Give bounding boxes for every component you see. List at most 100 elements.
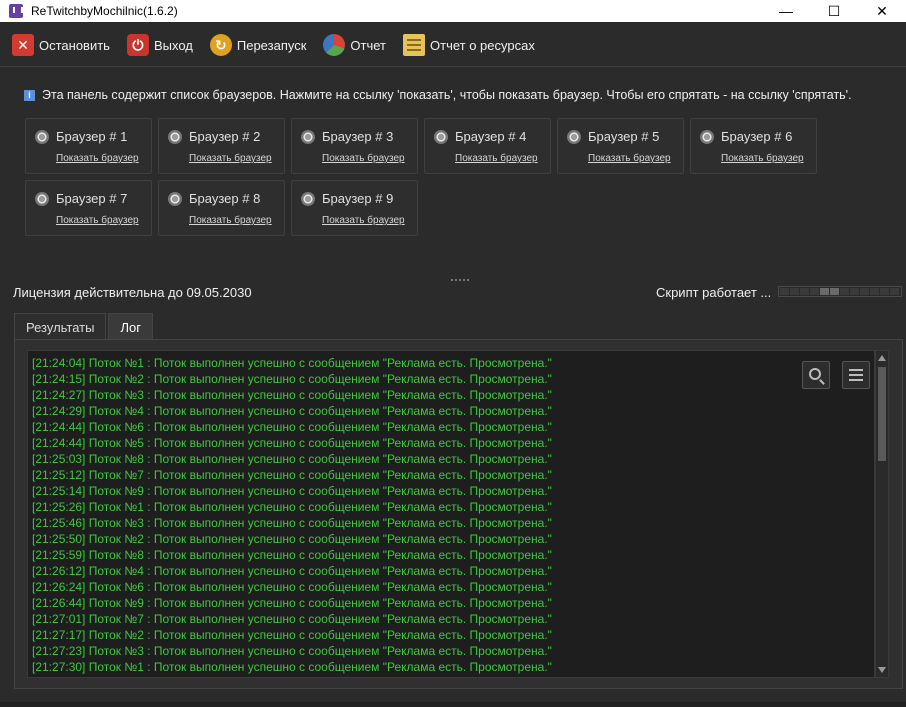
- maximize-button[interactable]: ☐: [810, 0, 858, 22]
- stop-label: Остановить: [39, 37, 110, 53]
- license-status: Лицензия действительна до 09.05.2030: [13, 285, 252, 300]
- activity-progress-bar: [778, 286, 902, 297]
- browser-name: Браузер # 4: [455, 129, 527, 144]
- log-line: [21:27:17] Поток №2 : Поток выполнен усп…: [32, 628, 552, 642]
- bottom-edge: [0, 702, 906, 707]
- tab-bar: Результаты Лог: [14, 313, 155, 340]
- toolbar-divider: [0, 66, 906, 67]
- browser-name: Браузер # 3: [322, 129, 394, 144]
- stop-button[interactable]: ✕ Остановить: [12, 34, 110, 56]
- scroll-down-arrow-icon[interactable]: [878, 667, 886, 673]
- resources-report-button[interactable]: Отчет о ресурсах: [403, 34, 535, 56]
- log-line: [21:25:26] Поток №1 : Поток выполнен усп…: [32, 500, 552, 514]
- minimize-button[interactable]: —: [762, 0, 810, 22]
- browser-card-6: Браузер # 6 Показать браузер: [690, 118, 817, 174]
- chrome-icon: [301, 191, 315, 206]
- chrome-icon: [35, 129, 49, 144]
- log-line: [21:24:44] Поток №6 : Поток выполнен усп…: [32, 420, 552, 434]
- chrome-icon: [700, 129, 714, 144]
- log-line: [21:24:44] Поток №5 : Поток выполнен усп…: [32, 436, 552, 450]
- log-line: [21:27:23] Поток №3 : Поток выполнен усп…: [32, 644, 552, 658]
- menu-button[interactable]: [842, 361, 870, 389]
- browser-name: Браузер # 9: [322, 191, 394, 206]
- show-browser-link[interactable]: Показать браузер: [56, 215, 139, 226]
- browser-card-4: Браузер # 4 Показать браузер: [424, 118, 551, 174]
- chrome-icon: [168, 129, 182, 144]
- resources-report-label: Отчет о ресурсах: [430, 37, 535, 53]
- chrome-icon: [168, 191, 182, 206]
- search-button[interactable]: [802, 361, 830, 389]
- exit-button[interactable]: ⏻ Выход: [126, 34, 193, 56]
- info-text: Эта панель содержит список браузеров. На…: [42, 88, 852, 102]
- log-line: [21:25:59] Поток №8 : Поток выполнен усп…: [32, 548, 552, 562]
- script-status: Скрипт работает ...: [656, 285, 772, 300]
- log-line: [21:25:50] Поток №2 : Поток выполнен усп…: [32, 532, 552, 546]
- browser-name: Браузер # 8: [189, 191, 261, 206]
- report-button[interactable]: Отчет: [323, 34, 386, 56]
- info-panel: i Эта панель содержит список браузеров. …: [24, 88, 852, 102]
- info-icon: i: [24, 89, 35, 101]
- log-line: [21:24:15] Поток №2 : Поток выполнен усп…: [32, 372, 552, 386]
- log-line: [21:26:24] Поток №6 : Поток выполнен усп…: [32, 580, 552, 594]
- browser-card-5: Браузер # 5 Показать браузер: [557, 118, 684, 174]
- browser-card-3: Браузер # 3 Показать браузер: [291, 118, 418, 174]
- log-line: [21:25:46] Поток №3 : Поток выполнен усп…: [32, 516, 552, 530]
- exit-label: Выход: [153, 37, 193, 53]
- close-x-icon: ✕: [12, 34, 34, 56]
- log-lines: [21:24:04] Поток №1 : Поток выполнен усп…: [32, 355, 552, 675]
- browser-card-7: Браузер # 7 Показать браузер: [25, 180, 152, 236]
- browser-name: Браузер # 7: [56, 191, 128, 206]
- browser-name: Браузер # 5: [588, 129, 660, 144]
- report-label: Отчет: [350, 37, 386, 53]
- scroll-up-arrow-icon[interactable]: [878, 355, 886, 361]
- scroll-thumb[interactable]: [878, 367, 886, 461]
- window-controls: — ☐ ✕: [762, 0, 906, 22]
- browser-card-2: Браузер # 2 Показать браузер: [158, 118, 285, 174]
- log-scrollbar[interactable]: [875, 350, 889, 678]
- power-icon: ⏻: [126, 34, 149, 56]
- pie-chart-icon: [323, 34, 346, 56]
- chrome-icon: [301, 129, 315, 144]
- log-line: [21:26:44] Поток №9 : Поток выполнен усп…: [32, 596, 552, 610]
- search-icon: [809, 368, 821, 380]
- show-browser-link[interactable]: Показать браузер: [455, 153, 538, 164]
- close-button[interactable]: ✕: [858, 0, 906, 22]
- restart-icon: ↻: [209, 34, 232, 56]
- show-browser-link[interactable]: Показать браузер: [588, 153, 671, 164]
- browser-name: Браузер # 1: [56, 129, 128, 144]
- show-browser-link[interactable]: Показать браузер: [322, 153, 405, 164]
- log-view[interactable]: [21:24:04] Поток №1 : Поток выполнен усп…: [27, 350, 875, 678]
- list-document-icon: [403, 34, 425, 56]
- twitch-app-icon: [9, 4, 23, 18]
- chrome-icon: [567, 129, 581, 144]
- chrome-icon: [434, 129, 448, 144]
- log-line: [21:25:14] Поток №9 : Поток выполнен усп…: [32, 484, 552, 498]
- browser-name: Браузер # 2: [189, 129, 261, 144]
- window-title: ReTwitchbyMochilnic(1.6.2): [31, 4, 178, 18]
- log-line: [21:25:12] Поток №7 : Поток выполнен усп…: [32, 468, 552, 482]
- show-browser-link[interactable]: Показать браузер: [189, 153, 272, 164]
- log-line: [21:26:12] Поток №4 : Поток выполнен усп…: [32, 564, 552, 578]
- log-line: [21:25:03] Поток №8 : Поток выполнен усп…: [32, 452, 552, 466]
- log-line: [21:27:01] Поток №7 : Поток выполнен усп…: [32, 612, 552, 626]
- chrome-icon: [35, 191, 49, 206]
- menu-icon: [849, 374, 863, 376]
- browser-name: Браузер # 6: [721, 129, 793, 144]
- browser-card-1: Браузер # 1 Показать браузер: [25, 118, 152, 174]
- log-line: [21:27:30] Поток №1 : Поток выполнен усп…: [32, 660, 552, 674]
- browser-card-8: Браузер # 8 Показать браузер: [158, 180, 285, 236]
- log-line: [21:24:04] Поток №1 : Поток выполнен усп…: [32, 356, 552, 370]
- log-line: [21:24:27] Поток №3 : Поток выполнен усп…: [32, 388, 552, 402]
- show-browser-link[interactable]: Показать браузер: [721, 153, 804, 164]
- title-bar: ReTwitchbyMochilnic(1.6.2) — ☐ ✕: [0, 0, 906, 22]
- log-line: [21:24:29] Поток №4 : Поток выполнен усп…: [32, 404, 552, 418]
- tab-results[interactable]: Результаты: [14, 313, 107, 340]
- browser-card-9: Браузер # 9 Показать браузер: [291, 180, 418, 236]
- toolbar: ✕ Остановить ⏻ Выход ↻ Перезапуск Отчет …: [0, 26, 906, 64]
- show-browser-link[interactable]: Показать браузер: [56, 153, 139, 164]
- show-browser-link[interactable]: Показать браузер: [322, 215, 405, 226]
- restart-button[interactable]: ↻ Перезапуск: [209, 34, 306, 56]
- show-browser-link[interactable]: Показать браузер: [189, 215, 272, 226]
- splitter-grip[interactable]: [451, 279, 469, 281]
- tab-log[interactable]: Лог: [108, 313, 153, 340]
